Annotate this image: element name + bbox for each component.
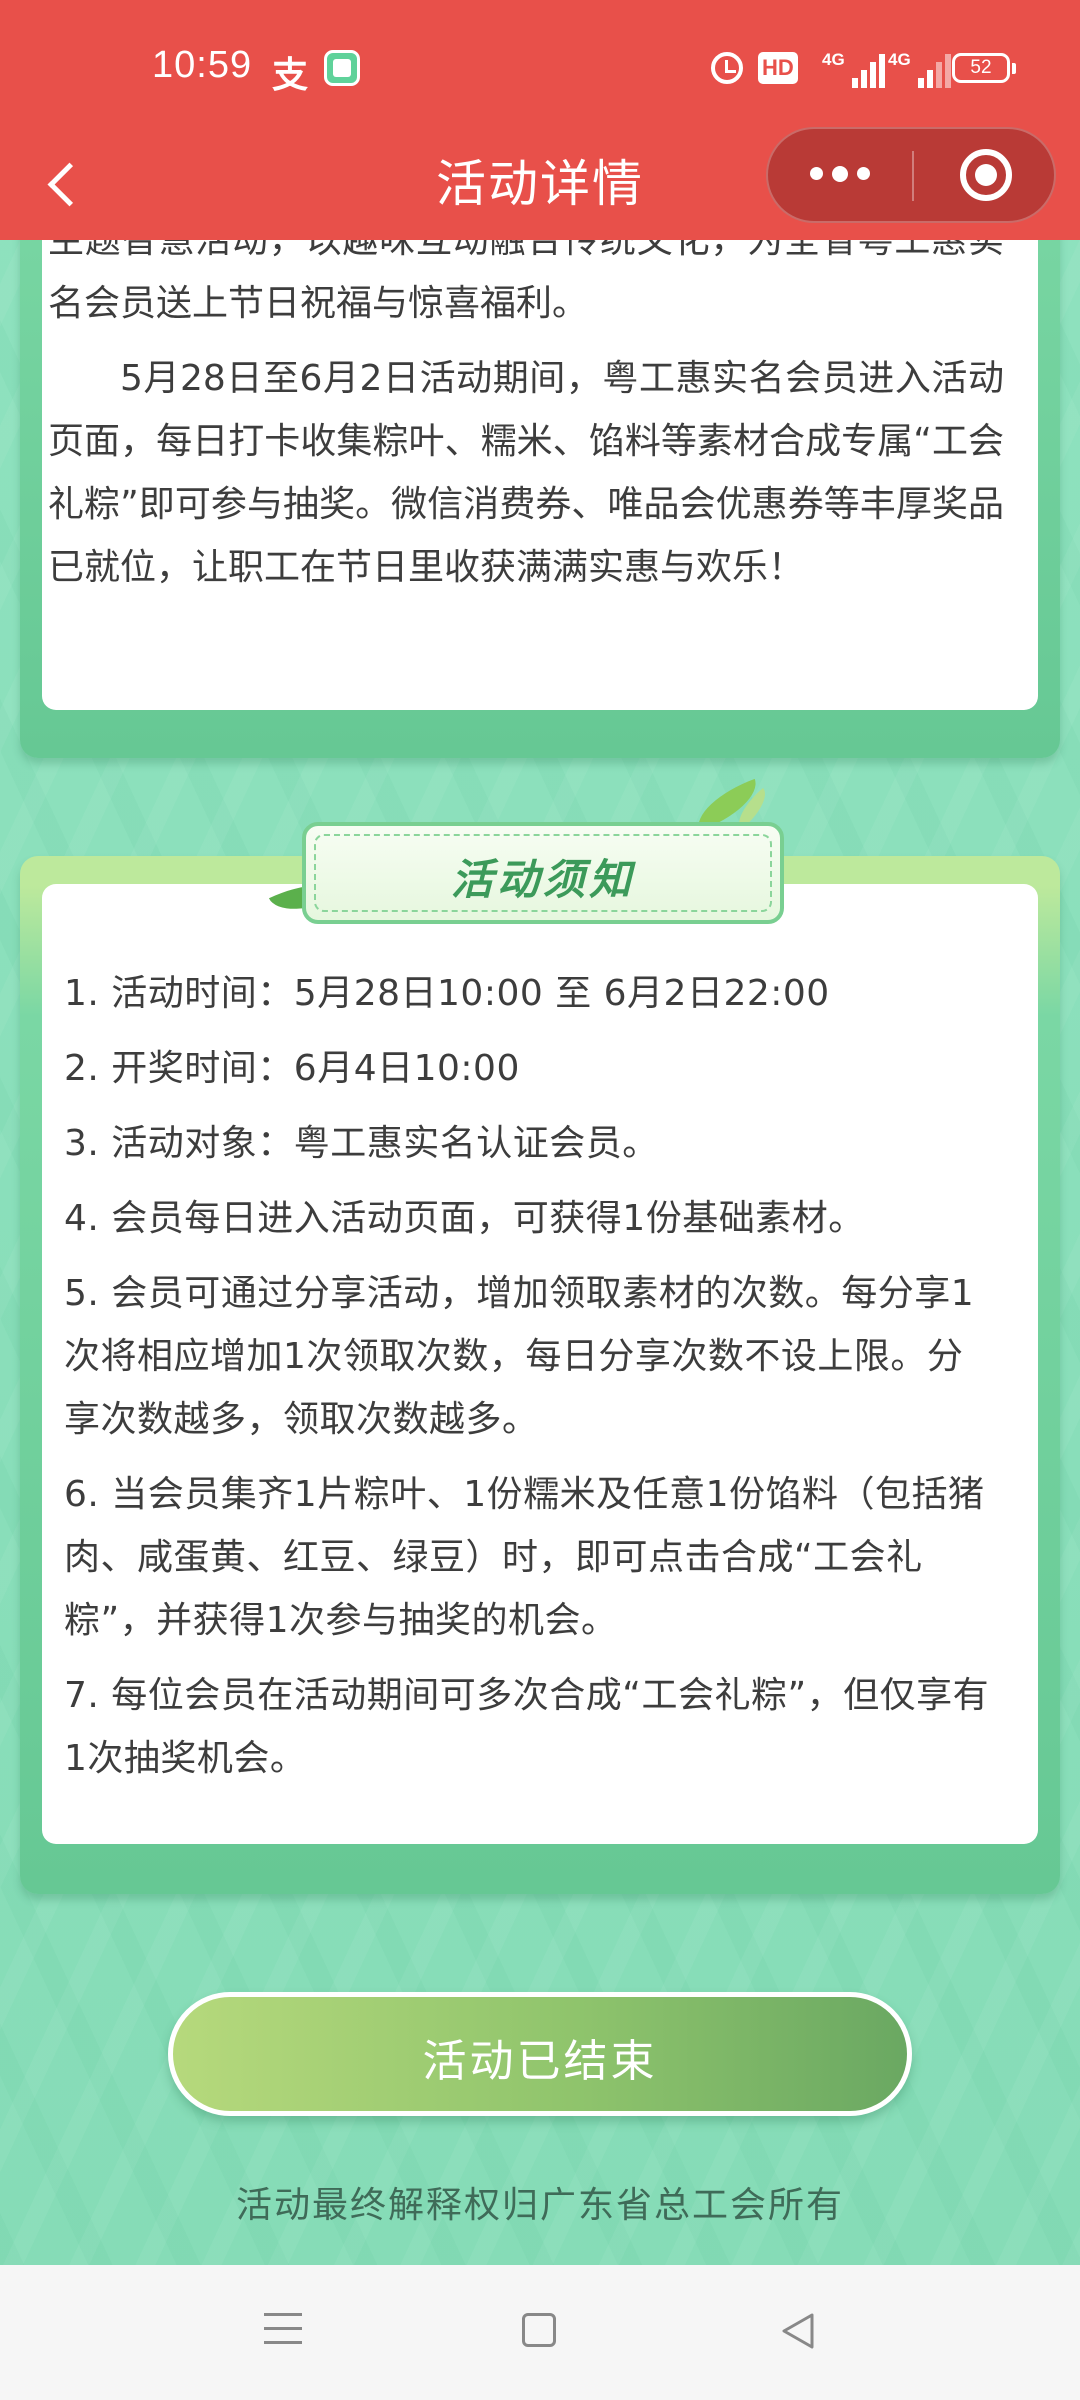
rule-item: 2. 开奖时间：6月4日10:00 [64,1048,520,1089]
rule-item: 4. 会员每日进入活动页面，可获得1份基础素材。 [64,1198,865,1239]
rule-item: 7. 每位会员在活动期间可多次合成“工会礼粽”，但仅享有1次抽奖机会。 [64,1675,990,1779]
signal-icon: 4G [822,50,885,88]
close-mini-program-button[interactable] [914,129,1056,221]
battery-icon: 52 [952,53,1016,83]
rule-item: 3. 活动对象：粤工惠实名认证会员。 [64,1123,659,1164]
hd-icon: HD [758,52,798,84]
signal-icon: 4G [888,50,951,88]
target-icon [960,149,1012,201]
notice-title-badge: 活动须知 [302,822,784,924]
app-header: 10:59 支 HD 4G 4G 52 活动详情 [0,0,1080,240]
status-bar: 10:59 支 HD 4G 4G 52 [0,0,1080,136]
activity-ended-button[interactable]: 活动已结束 [168,1992,912,2116]
mini-program-capsule [766,127,1056,223]
activity-ended-label: 活动已结束 [422,2036,658,2087]
signal-label: 4G [888,50,911,69]
nav-bar: 活动详情 [0,127,1080,240]
home-icon[interactable] [522,2313,556,2347]
back-triangle-icon[interactable] [778,2311,818,2351]
app-notification-icon [324,50,360,86]
rule-item: 5. 会员可通过分享活动，增加领取素材的次数。每分享1次将相应增加1次领取次数，… [64,1273,975,1440]
intro-paragraph-2: 5月28日至6月2日活动期间，粤工惠实名会员进入活动页面，每日打卡收集粽叶、糯米… [48,358,1004,588]
more-button[interactable] [768,129,912,221]
menu-icon[interactable] [264,2311,302,2347]
notice-title: 活动须知 [450,855,635,904]
rule-item: 1. 活动时间：5月28日10:00 至 6月2日22:00 [64,973,830,1014]
footer-note: 活动最终解释权归广东省总工会所有 [235,2185,844,2226]
signal-label: 4G [822,50,845,69]
status-time: 10:59 [152,44,253,86]
rule-item: 6. 当会员集齐1片粽叶、1份糯米及任意1份馅料（包括猪肉、咸蛋黄、红豆、绿豆）… [64,1474,985,1641]
notice-rules-list: 1. 活动时间：5月28日10:00 至 6月2日22:00 2. 开奖时间：6… [64,962,994,1802]
intro-text: 主题智慧活动，以趣味互动融合传统文化，为全省粤工惠实名会员送上节日祝福与惊喜福利… [48,220,1004,599]
more-dots-icon [810,165,870,182]
alipay-icon: 支 [272,55,309,96]
system-navigation-bar [0,2265,1080,2400]
alarm-icon [711,52,743,84]
